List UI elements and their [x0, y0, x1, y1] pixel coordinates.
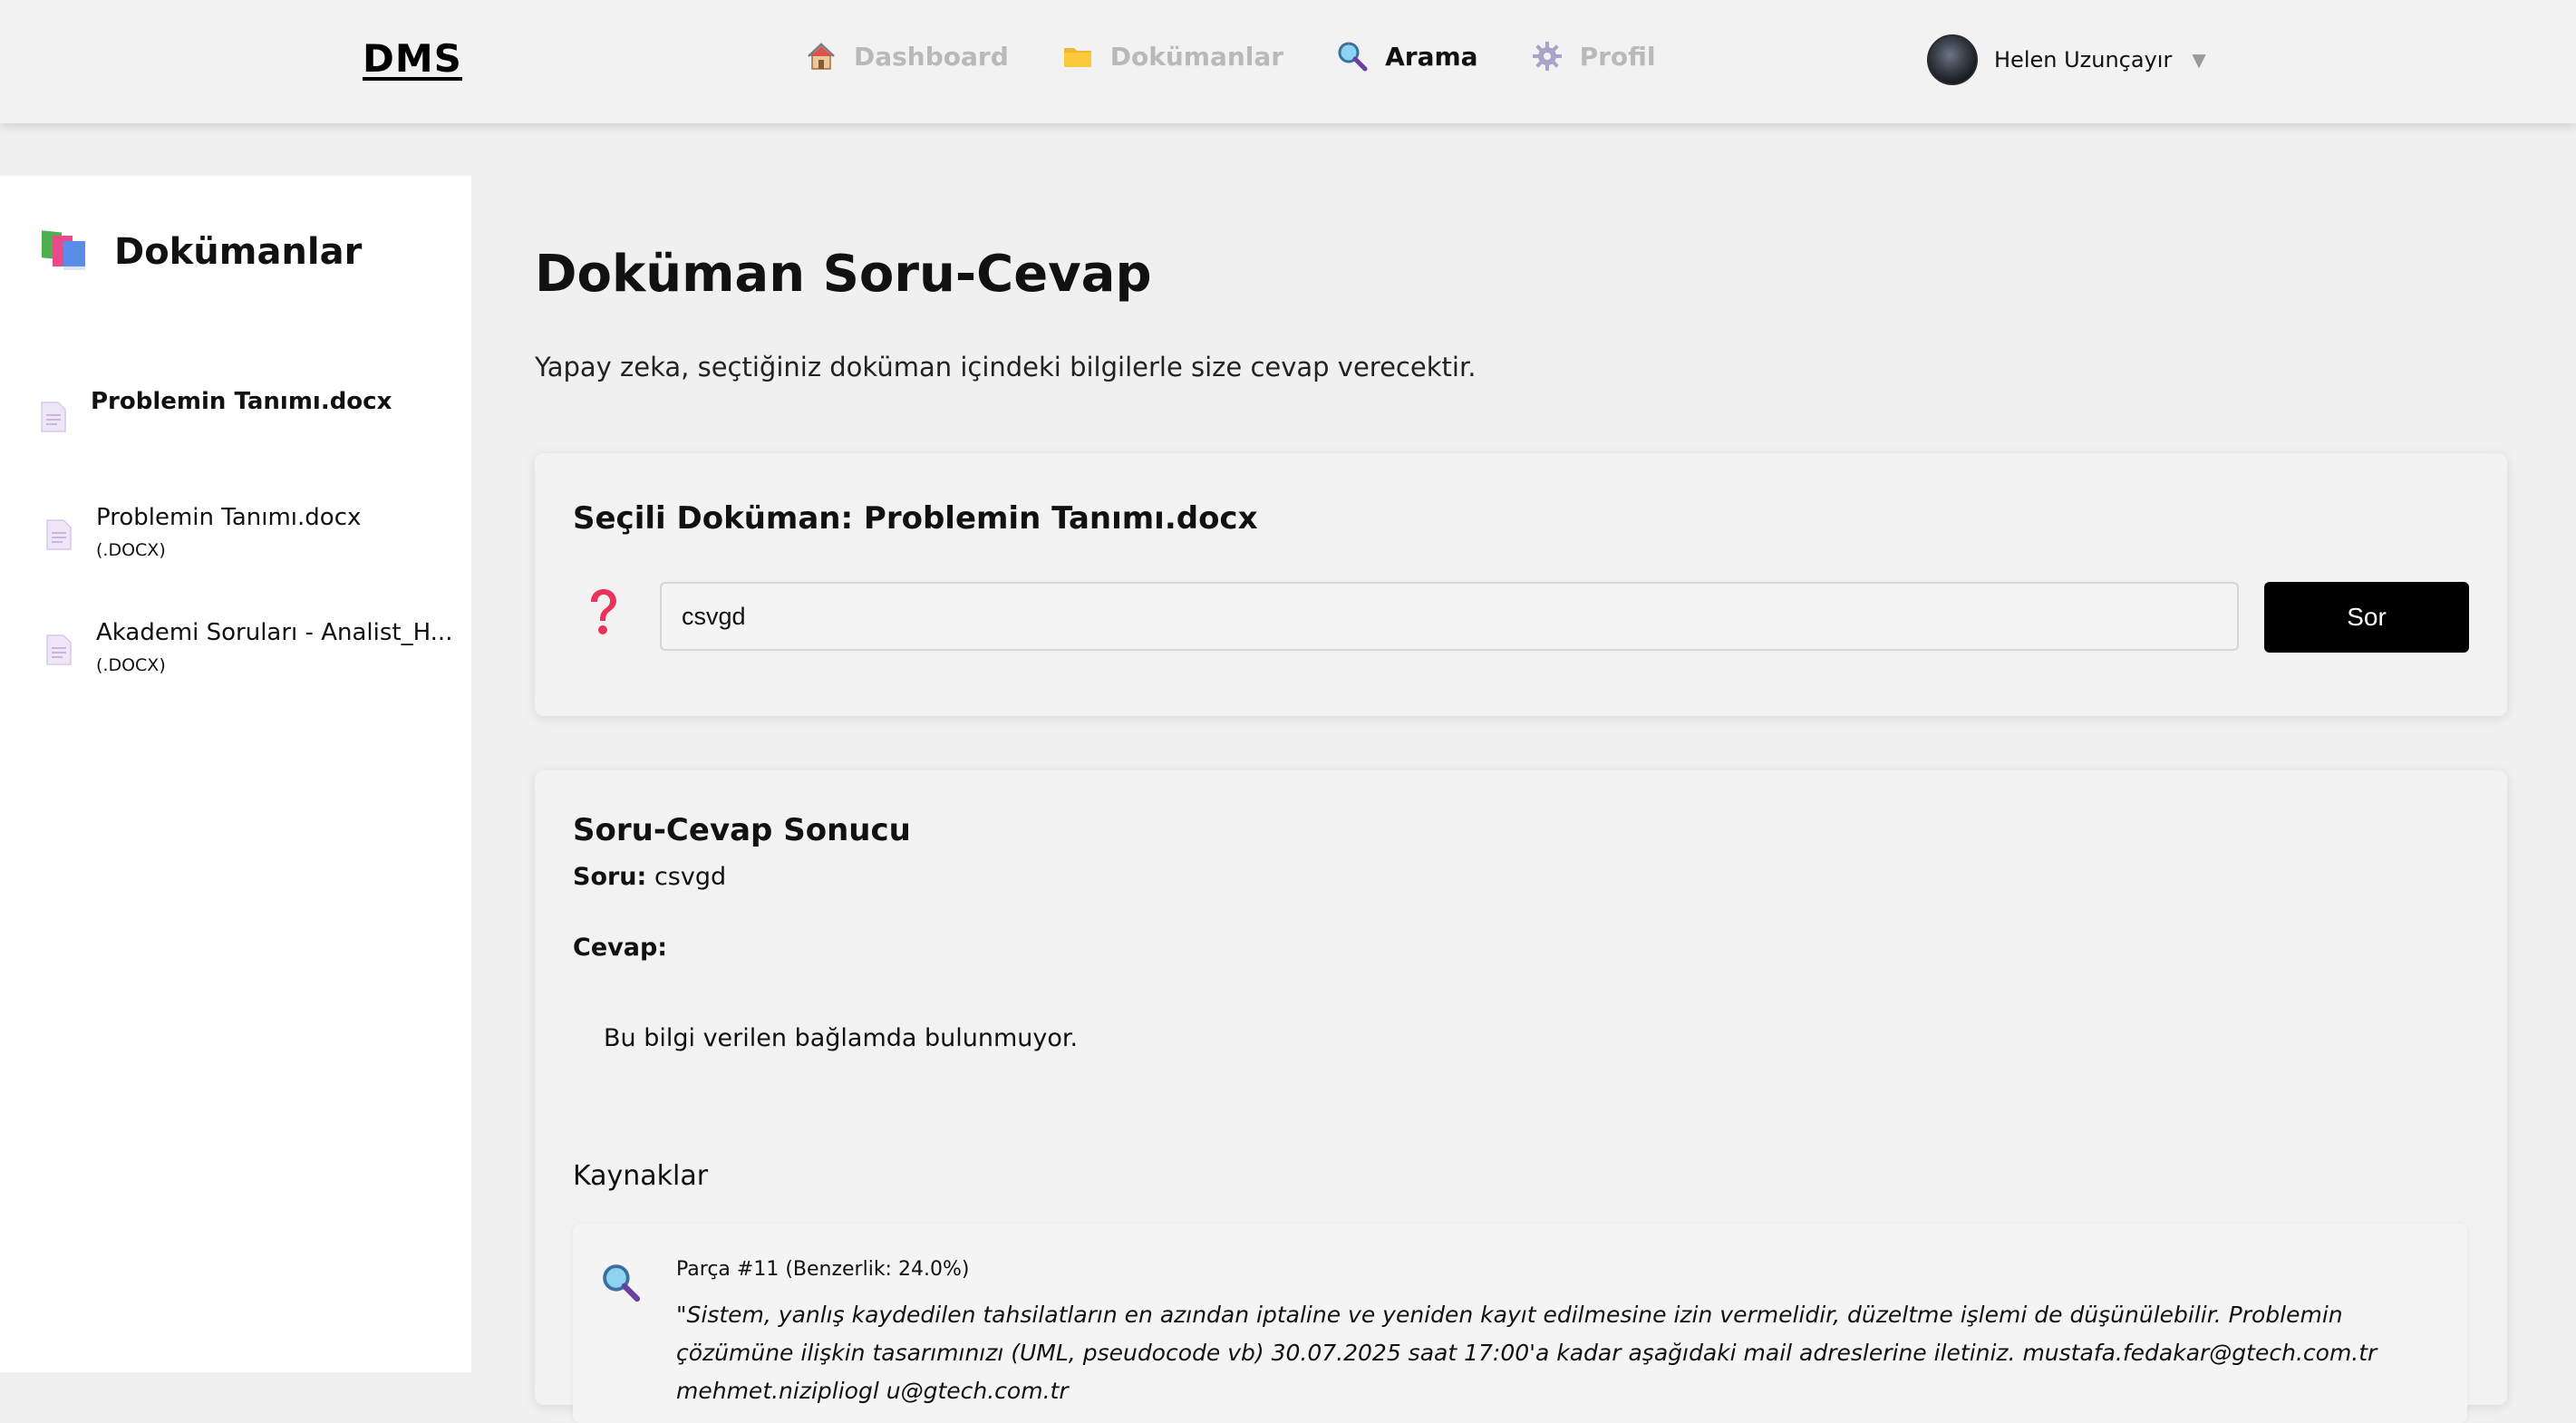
sidebar-doc-ext: (.DOCX): [96, 540, 166, 560]
nav-item-documents[interactable]: Dokümanlar: [1061, 40, 1283, 73]
user-menu[interactable]: Helen Uzunçayır ▼: [1927, 34, 2206, 85]
answer-text: Bu bilgi verilen bağlamda bulunmuyor.: [604, 1024, 1079, 1052]
documents-sidebar: [0, 176, 471, 1372]
document-icon: [40, 401, 67, 437]
question-label: Soru:: [573, 863, 647, 891]
sidebar-header: Dokümanlar: [40, 227, 362, 277]
user-name: Helen Uzunçayır: [1994, 47, 2173, 73]
source-meta: Parça #11 (Benzerlik: 24.0%): [676, 1258, 970, 1281]
sidebar-doc-name: Problemin Tanımı.docx: [96, 504, 362, 531]
books-icon: [40, 227, 91, 277]
sidebar-doc-selected[interactable]: Problemin Tanımı.docx: [40, 388, 392, 437]
page-subtitle: Yapay zeka, seçtiğiniz doküman içindeki …: [535, 352, 1477, 382]
sidebar-doc-ext: (.DOCX): [96, 655, 166, 675]
magnifier-icon: [1336, 40, 1369, 73]
question-input[interactable]: [660, 582, 2239, 651]
page-title: Doküman Soru-Cevap: [535, 245, 1152, 304]
document-icon: [45, 518, 73, 555]
selected-document-label: Seçili Doküman: Problemin Tanımı.docx: [573, 500, 1258, 537]
answer-label: Cevap:: [573, 934, 668, 962]
sidebar-doc-name: Akademi Soruları - Analist_H...: [96, 619, 453, 646]
gear-icon: [1531, 40, 1564, 73]
question-icon: [584, 587, 624, 638]
sidebar-doc-item[interactable]: Problemin Tanımı.docx (.DOCX): [45, 504, 361, 560]
brand-logo[interactable]: DMS: [363, 36, 462, 81]
avatar: [1927, 34, 1978, 85]
source-text: "Sistem, yanlış kaydedilen tahsilatların…: [676, 1302, 2377, 1404]
nav-item-dashboard[interactable]: Dashboard: [805, 40, 1009, 73]
nav-label-profile: Profil: [1579, 41, 1656, 72]
result-question: Soru: csvgd: [573, 863, 726, 891]
result-title: Soru-Cevap Sonucu: [573, 812, 911, 848]
nav-item-profile[interactable]: Profil: [1531, 40, 1656, 73]
question-value: csvgd: [654, 863, 727, 891]
nav-item-search[interactable]: Arama: [1336, 40, 1478, 73]
nav-label-dashboard: Dashboard: [854, 41, 1009, 72]
house-icon: [805, 40, 838, 73]
source-item: Parça #11 (Benzerlik: 24.0%) "Sistem, ya…: [573, 1224, 2467, 1423]
sources-title: Kaynaklar: [573, 1160, 709, 1192]
result-card: Soru-Cevap Sonucu Soru: csvgd Cevap: Bu …: [535, 770, 2507, 1423]
nav-label-documents: Dokümanlar: [1109, 41, 1284, 72]
top-navbar: DMS Dashboard Dokümanlar Arama Profil He…: [0, 0, 2576, 123]
sidebar-title: Dokümanlar: [114, 231, 363, 273]
folder-icon: [1061, 40, 1094, 73]
ask-button[interactable]: Sor: [2264, 582, 2469, 653]
nav-label-search: Arama: [1385, 41, 1478, 72]
ask-card: Seçili Doküman: Problemin Tanımı.docx So…: [535, 453, 2507, 716]
main-nav: Dashboard Dokümanlar Arama Profil: [805, 40, 1655, 73]
sidebar-doc-item[interactable]: Akademi Soruları - Analist_H... (.DOCX): [45, 619, 452, 675]
sidebar-doc-name: Problemin Tanımı.docx: [91, 388, 392, 415]
document-icon: [45, 634, 73, 670]
chevron-down-icon: ▼: [2192, 49, 2206, 71]
magnifier-icon: [600, 1262, 642, 1307]
